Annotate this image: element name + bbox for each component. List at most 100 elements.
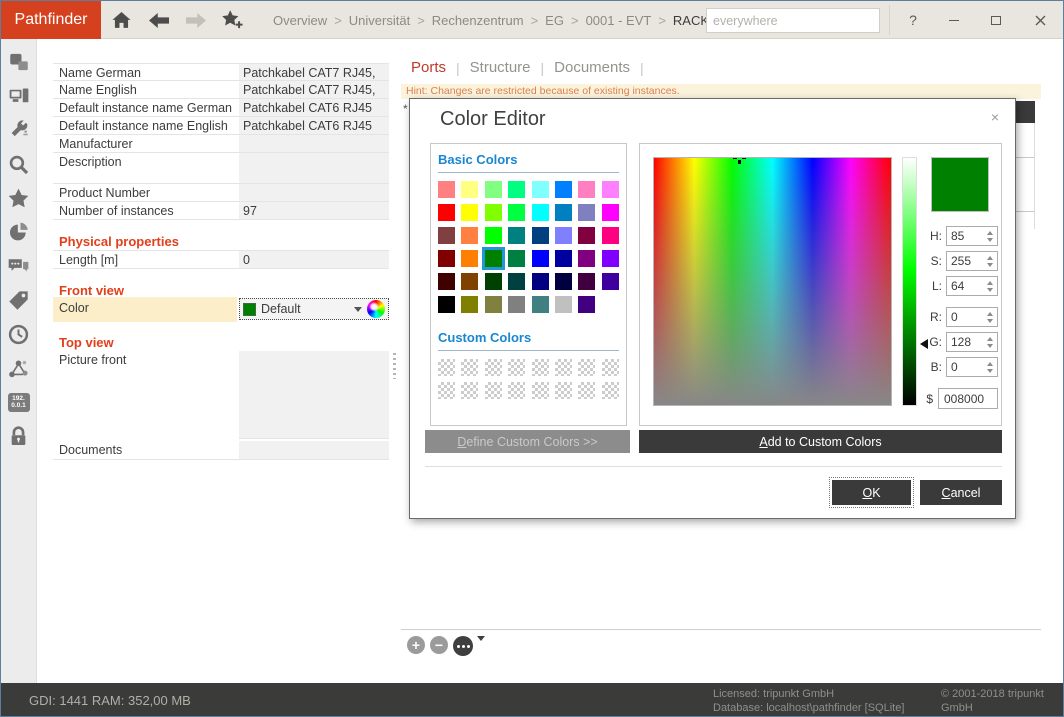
basic-color-swatch[interactable] — [508, 227, 525, 244]
more-options-button[interactable] — [453, 636, 473, 656]
search-box[interactable] — [706, 8, 880, 33]
basic-color-swatch[interactable] — [485, 204, 502, 221]
basic-color-swatch[interactable] — [555, 273, 572, 290]
custom-color-slot[interactable] — [555, 382, 572, 399]
basic-color-swatch[interactable] — [602, 296, 619, 313]
help-button[interactable]: ? — [896, 1, 930, 39]
luminance-slider[interactable] — [902, 157, 917, 406]
breadcrumb-item[interactable]: Rechenzentrum — [432, 13, 524, 28]
blue-input[interactable]: 0 — [946, 357, 998, 377]
field-value[interactable]: Patchkabel CAT7 RJ45, grün — [239, 81, 389, 98]
breadcrumb-item[interactable]: Universität — [349, 13, 410, 28]
color-dropdown[interactable]: Default — [239, 298, 389, 320]
basic-color-swatch[interactable] — [602, 204, 619, 221]
hue-saturation-gradient[interactable] — [653, 157, 892, 406]
field-value[interactable] — [239, 184, 389, 201]
ok-button[interactable]: OK — [832, 480, 911, 505]
color-wheel-icon[interactable] — [367, 300, 385, 318]
home-button[interactable] — [109, 8, 133, 32]
back-button[interactable] — [147, 8, 171, 32]
basic-color-swatch[interactable] — [508, 273, 525, 290]
spinner-arrows[interactable] — [984, 256, 997, 267]
breadcrumb-item[interactable]: EG — [545, 13, 564, 28]
basic-color-swatch[interactable] — [532, 181, 549, 198]
saturation-input[interactable]: 255 — [946, 251, 998, 271]
sidebar-item-security[interactable] — [8, 425, 30, 447]
field-value[interactable]: Patchkabel CAT7 RJ45, grün — [239, 64, 389, 80]
basic-color-swatch[interactable] — [555, 204, 572, 221]
basic-color-swatch[interactable] — [438, 204, 455, 221]
sidebar-item-structure[interactable] — [8, 51, 30, 73]
form-row[interactable]: Name English Patchkabel CAT7 RJ45, grün — [53, 81, 389, 99]
basic-color-swatch[interactable] — [602, 227, 619, 244]
breadcrumb-item[interactable]: 0001 - EVT — [586, 13, 652, 28]
form-row[interactable]: Number of instances 97 — [53, 202, 389, 220]
basic-color-swatch[interactable] — [508, 204, 525, 221]
basic-color-swatch[interactable] — [438, 250, 455, 267]
basic-color-swatch[interactable] — [485, 273, 502, 290]
sidebar-item-devices[interactable] — [8, 85, 30, 107]
sidebar-item-chat[interactable] — [8, 255, 30, 277]
form-row[interactable]: Default instance name English Patchkabel… — [53, 117, 389, 135]
add-button[interactable]: + — [407, 636, 425, 654]
spinner-arrows[interactable] — [984, 337, 997, 348]
basic-color-swatch[interactable] — [508, 296, 525, 313]
basic-color-swatch[interactable] — [602, 181, 619, 198]
field-value[interactable] — [239, 135, 389, 152]
custom-color-slot[interactable] — [461, 382, 478, 399]
spinner-arrows[interactable] — [984, 362, 997, 373]
form-row[interactable]: Manufacturer — [53, 135, 389, 153]
field-value[interactable] — [239, 441, 389, 459]
field-value[interactable] — [239, 153, 389, 183]
basic-color-swatch[interactable] — [485, 181, 502, 198]
tab-structure[interactable]: Structure — [470, 59, 531, 76]
luminance-input[interactable]: 64 — [946, 276, 998, 296]
hex-input[interactable]: 008000 — [938, 388, 998, 409]
picture-front-dropzone[interactable] — [239, 351, 389, 439]
custom-color-slot[interactable] — [508, 359, 525, 376]
basic-color-swatch[interactable] — [578, 296, 595, 313]
form-row[interactable]: Product Number — [53, 184, 389, 202]
sidebar-item-tools[interactable] — [8, 119, 30, 141]
custom-color-slot[interactable] — [508, 382, 525, 399]
custom-color-slot[interactable] — [532, 359, 549, 376]
custom-color-slot[interactable] — [602, 382, 619, 399]
basic-color-swatch[interactable] — [555, 250, 572, 267]
red-input[interactable]: 0 — [946, 307, 998, 327]
basic-color-swatch[interactable] — [602, 250, 619, 267]
cancel-button[interactable]: Cancel — [920, 480, 1002, 505]
chevron-down-icon[interactable] — [354, 307, 362, 312]
basic-color-swatch[interactable] — [532, 250, 549, 267]
maximize-button[interactable] — [979, 1, 1013, 39]
basic-color-swatch[interactable] — [508, 181, 525, 198]
basic-color-swatch[interactable] — [461, 296, 478, 313]
form-row[interactable]: Length [m] 0 — [53, 250, 389, 269]
basic-color-swatch[interactable] — [438, 181, 455, 198]
custom-color-slot[interactable] — [461, 359, 478, 376]
forward-button[interactable] — [184, 8, 208, 32]
dialog-close-button[interactable]: × — [991, 109, 999, 125]
tab-ports[interactable]: Ports — [411, 59, 446, 76]
form-row[interactable]: Name German Patchkabel CAT7 RJ45, grün — [53, 63, 389, 81]
remove-button[interactable]: − — [430, 636, 448, 654]
basic-color-swatch[interactable] — [532, 273, 549, 290]
sidebar-item-reports[interactable] — [8, 221, 30, 243]
basic-color-swatch[interactable] — [461, 181, 478, 198]
basic-color-swatch[interactable] — [555, 296, 572, 313]
define-custom-colors-button[interactable]: Define Custom Colors >> — [425, 430, 630, 453]
basic-color-swatch[interactable] — [461, 227, 478, 244]
custom-color-slot[interactable] — [485, 359, 502, 376]
sidebar-item-network[interactable] — [8, 357, 30, 379]
basic-color-swatch[interactable] — [578, 204, 595, 221]
sidebar-item-tags[interactable] — [8, 289, 30, 311]
sidebar-item-search[interactable] — [8, 153, 30, 175]
sidebar-item-history[interactable] — [8, 323, 30, 345]
custom-color-slot[interactable] — [555, 359, 572, 376]
form-row[interactable]: Default instance name German Patchkabel … — [53, 99, 389, 117]
field-value[interactable]: Patchkabel CAT6 RJ45 — [239, 99, 389, 116]
basic-color-swatch[interactable] — [438, 296, 455, 313]
basic-color-swatch[interactable] — [461, 273, 478, 290]
splitter-handle[interactable] — [393, 353, 396, 379]
custom-color-slot[interactable] — [438, 382, 455, 399]
gradient-crosshair-marker[interactable] — [733, 157, 746, 164]
